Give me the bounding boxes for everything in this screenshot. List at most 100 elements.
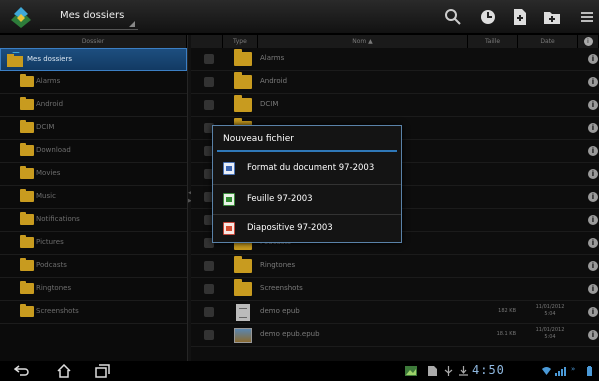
- file-size: 18.1 KB: [496, 331, 516, 337]
- folder-icon: [234, 72, 252, 89]
- tree-item-label: DCIM: [36, 123, 55, 131]
- tree-item-alarms[interactable]: Alarms: [0, 71, 187, 94]
- info-icon[interactable]: i: [588, 146, 598, 156]
- tree-item-music[interactable]: Music: [0, 186, 187, 209]
- table-row[interactable]: Ringtones i: [191, 255, 599, 278]
- row-checkbox[interactable]: [204, 54, 214, 64]
- back-icon[interactable]: [14, 364, 30, 378]
- tree-item-podcasts[interactable]: Podcasts: [0, 255, 187, 278]
- info-icon[interactable]: i: [588, 100, 598, 110]
- column-header-dossier[interactable]: Dossier: [0, 35, 187, 48]
- file-name: Android: [260, 77, 288, 85]
- file-size: 182 KB: [498, 308, 516, 314]
- folder-icon: [20, 212, 34, 225]
- row-checkbox[interactable]: [204, 330, 214, 340]
- tree-item-mes-dossiers[interactable]: Mes dossiers: [0, 48, 187, 71]
- powerpoint-slide-icon: [223, 222, 235, 235]
- file-notification-icon[interactable]: [428, 366, 437, 376]
- usb-icon[interactable]: [444, 366, 453, 376]
- column-header-nom[interactable]: Nom ▲: [258, 35, 468, 48]
- tree-item-movies[interactable]: Movies: [0, 163, 187, 186]
- file-date-time: 5:04: [544, 334, 556, 340]
- folder-icon: [20, 120, 34, 133]
- expand-icon[interactable]: »: [571, 365, 575, 373]
- clock[interactable]: 4:50: [472, 363, 505, 377]
- info-icon[interactable]: i: [588, 284, 598, 294]
- table-row[interactable]: Alarms i: [191, 48, 599, 71]
- info-icon[interactable]: i: [588, 261, 598, 271]
- recent-apps-icon[interactable]: [94, 364, 110, 378]
- spinner-caret-icon: [129, 21, 135, 27]
- info-icon[interactable]: i: [588, 215, 598, 225]
- tree-item-pictures[interactable]: Pictures: [0, 232, 187, 255]
- wifi-icon: [542, 367, 551, 375]
- option-excel-sheet[interactable]: Feuille 97-2003: [213, 185, 401, 215]
- new-file-icon[interactable]: [511, 8, 529, 26]
- system-bar: 4:50 »: [0, 361, 599, 381]
- file-name: Ringtones: [260, 261, 296, 269]
- column-header-taille[interactable]: Taille: [468, 35, 518, 48]
- table-row[interactable]: DCIM i: [191, 94, 599, 117]
- row-checkbox[interactable]: [204, 284, 214, 294]
- home-folder-icon: [7, 52, 23, 67]
- info-icon[interactable]: i: [588, 169, 598, 179]
- table-row[interactable]: Android i: [191, 71, 599, 94]
- folder-icon: [234, 279, 252, 296]
- row-checkbox[interactable]: [204, 307, 214, 317]
- info-icon[interactable]: i: [588, 123, 598, 133]
- folder-icon: [234, 49, 252, 66]
- info-icon[interactable]: i: [588, 330, 598, 340]
- column-header-date[interactable]: Date: [518, 35, 578, 48]
- info-icon[interactable]: i: [588, 192, 598, 202]
- recent-icon[interactable]: [479, 8, 497, 26]
- tree-item-ringtones[interactable]: Ringtones: [0, 278, 187, 301]
- document-icon: [236, 304, 250, 321]
- table-row[interactable]: demo epub.epub 18.1 KB 11/01/2012 5:04 i: [191, 324, 599, 347]
- folder-tree: Mes dossiers Alarms Android DCIM Downloa…: [0, 48, 187, 361]
- tree-item-label: Screenshots: [36, 307, 79, 315]
- column-header-type[interactable]: Type: [223, 35, 258, 48]
- table-row[interactable]: Screenshots i: [191, 278, 599, 301]
- info-icon[interactable]: i: [588, 307, 598, 317]
- option-word-document[interactable]: Format du document 97-2003: [213, 154, 401, 184]
- info-icon[interactable]: i: [588, 77, 598, 87]
- tree-item-screenshots[interactable]: Screenshots: [0, 301, 187, 324]
- dialog-title-divider: [217, 150, 397, 152]
- info-icon[interactable]: i: [588, 54, 598, 64]
- tree-item-dcim[interactable]: DCIM: [0, 117, 187, 140]
- tree-item-notifications[interactable]: Notifications: [0, 209, 187, 232]
- option-powerpoint-slide[interactable]: Diapositive 97-2003: [213, 214, 401, 244]
- file-name: demo epub: [260, 307, 300, 315]
- folder-icon: [234, 256, 252, 273]
- battery-icon: [587, 366, 592, 376]
- tree-item-download[interactable]: Download: [0, 140, 187, 163]
- search-icon[interactable]: [444, 8, 462, 26]
- option-label: Format du document 97-2003: [247, 163, 375, 173]
- tree-item-android[interactable]: Android: [0, 94, 187, 117]
- menu-icon[interactable]: [578, 8, 596, 26]
- tree-item-label: Mes dossiers: [27, 55, 73, 63]
- tree-item-label: Music: [36, 192, 56, 200]
- row-checkbox[interactable]: [204, 100, 214, 110]
- gallery-notification-icon[interactable]: [405, 366, 417, 376]
- file-date: 11/01/2012 5:04: [527, 304, 573, 318]
- new-folder-icon[interactable]: [543, 8, 561, 26]
- download-icon[interactable]: [459, 366, 468, 376]
- tree-item-label: Download: [36, 146, 71, 154]
- folder-icon: [20, 258, 34, 271]
- row-checkbox[interactable]: [204, 261, 214, 271]
- folder-icon: [234, 95, 252, 112]
- info-icon[interactable]: i: [588, 238, 598, 248]
- row-checkbox[interactable]: [204, 77, 214, 87]
- option-label: Feuille 97-2003: [247, 194, 313, 204]
- home-icon[interactable]: [56, 364, 72, 378]
- table-row[interactable]: demo epub 182 KB 11/01/2012 5:04 i: [191, 301, 599, 324]
- column-header-info[interactable]: i: [578, 35, 599, 48]
- option-label: Diapositive 97-2003: [247, 223, 333, 233]
- new-file-dialog: Nouveau fichier Format du document 97-20…: [212, 125, 402, 243]
- app-logo-icon[interactable]: [8, 4, 34, 30]
- column-header-select[interactable]: [191, 35, 223, 48]
- folder-icon: [20, 304, 34, 317]
- folder-spinner[interactable]: Mes dossiers: [40, 8, 138, 30]
- info-header-icon: i: [583, 37, 593, 46]
